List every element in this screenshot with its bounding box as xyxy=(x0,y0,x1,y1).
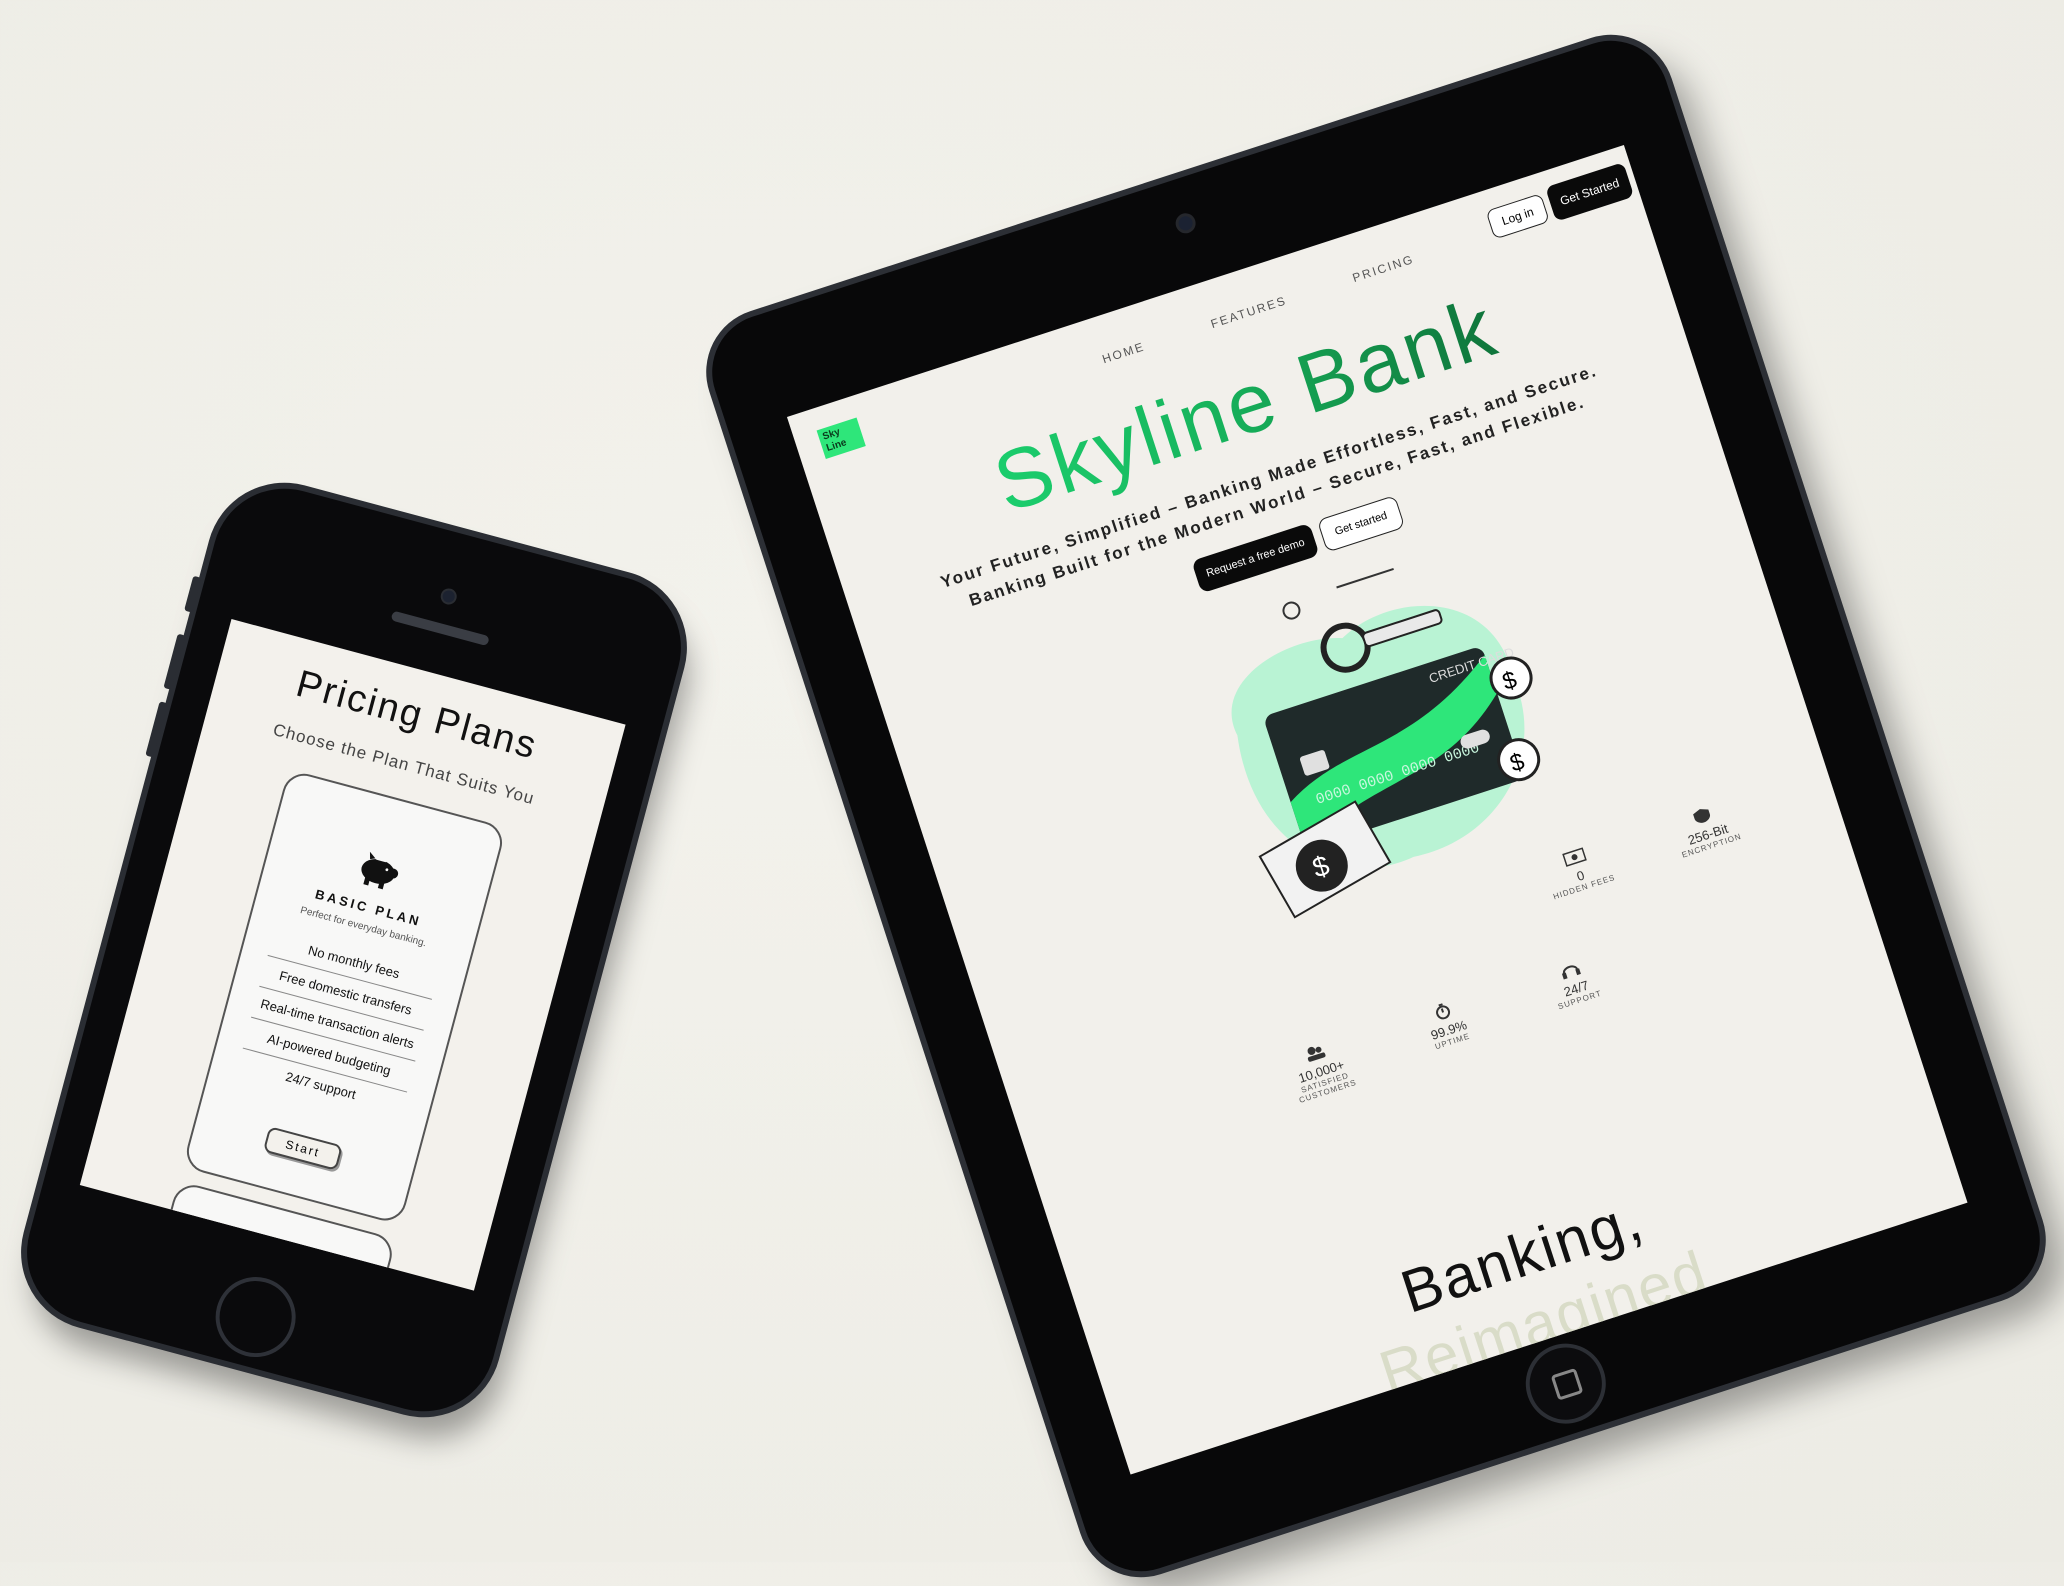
piggy-bank-icon xyxy=(361,851,399,890)
tablet-device: Sky Line HOME FEATURES PRICING Log in Ge… xyxy=(697,25,2055,1586)
skyline-logo[interactable]: Sky Line xyxy=(816,417,866,460)
stat-support: 24/7 SUPPORT xyxy=(1530,950,1622,1025)
get-started-header-button[interactable]: Get Started xyxy=(1545,162,1635,222)
basic-plan-card: BASIC PLAN Perfect for everyday banking.… xyxy=(182,768,507,1226)
get-started-button[interactable]: Get started xyxy=(1316,494,1406,553)
stat-hidden-fees: 0 HIDDEN FEES xyxy=(1534,837,1624,904)
start-button[interactable]: Start xyxy=(262,1126,343,1171)
nav-features[interactable]: FEATURES xyxy=(1209,293,1289,331)
nav-home[interactable]: HOME xyxy=(1101,339,1147,366)
plan-features-list: No monthly fees Free domestic transfers … xyxy=(235,924,441,1123)
shield-icon xyxy=(1693,809,1711,823)
device-mockup-scene: Pricing Plans Choose the Plan That Suits… xyxy=(0,0,2064,1586)
stopwatch-icon xyxy=(1436,1003,1451,1020)
stat-encryption: 256-Bit ENCRYPTION xyxy=(1661,796,1751,863)
home-square-icon xyxy=(1550,1367,1584,1401)
nav-pricing[interactable]: PRICING xyxy=(1351,252,1416,285)
stat-customers: 10,000+ SATISFIED CUSTOMERS xyxy=(1275,1033,1367,1108)
cash-icon xyxy=(1562,847,1587,867)
headset-icon xyxy=(1561,965,1581,980)
stat-uptime: 99.9% UPTIME xyxy=(1402,991,1494,1066)
login-button[interactable]: Log in xyxy=(1485,193,1550,240)
users-icon xyxy=(1307,1046,1326,1062)
phone-device: Pricing Plans Choose the Plan That Suits… xyxy=(10,472,698,1428)
